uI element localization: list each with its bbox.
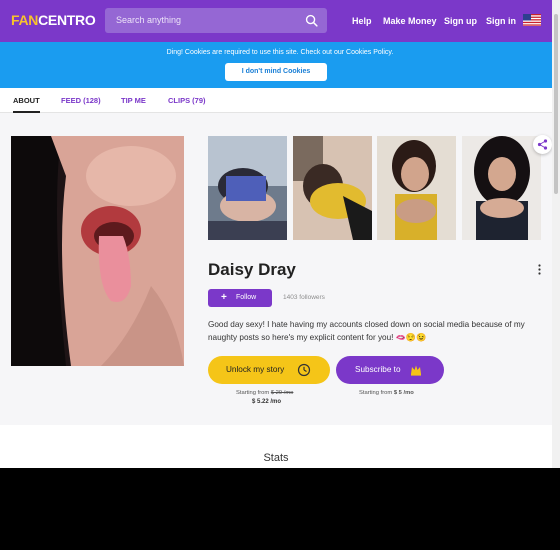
plus-icon: +	[221, 292, 227, 303]
search-icon[interactable]	[305, 14, 318, 27]
gallery-thumbnail-2[interactable]	[293, 136, 372, 240]
profile-tabs: ABOUT FEED (128) TIP ME CLIPS (79)	[0, 88, 552, 113]
nav-help-link[interactable]: Help	[352, 16, 372, 26]
crown-icon	[411, 365, 421, 376]
accept-cookies-button[interactable]: I don't mind Cookies	[225, 63, 327, 81]
nav-sign-up-link[interactable]: Sign up	[444, 16, 477, 26]
cookie-message: Ding! Cookies are required to use this s…	[166, 49, 394, 56]
gallery-thumbnail-1[interactable]	[208, 136, 287, 240]
gallery-thumbnail-3[interactable]	[377, 136, 456, 240]
profile-name: Daisy Dray	[208, 260, 296, 279]
page-viewport: FANCENTRO Search anything Help Make Mone…	[0, 0, 560, 468]
subscribe-label: Subscribe to	[355, 365, 401, 374]
profile-photo[interactable]	[11, 136, 184, 366]
share-icon[interactable]	[533, 135, 552, 154]
followers-count: 1403 followers	[283, 294, 325, 301]
subscribe-button[interactable]: Subscribe to	[336, 356, 444, 384]
nav-make-money-link[interactable]: Make Money	[383, 16, 437, 26]
subscribe-price-note: Starting from $ 5 /mo	[359, 390, 414, 396]
tab-feed[interactable]: FEED (128)	[61, 96, 101, 105]
fancentro-logo[interactable]: FANCENTRO	[11, 12, 96, 28]
profile-bio: Good day sexy! I hate having my accounts…	[208, 320, 525, 342]
cookie-banner: Ding! Cookies are required to use this s…	[0, 42, 560, 88]
nav-sign-in-link[interactable]: Sign in	[486, 16, 516, 26]
us-flag-icon[interactable]	[523, 14, 541, 26]
unlock-story-button[interactable]: Unlock my story	[208, 356, 330, 384]
stats-heading: Stats	[263, 452, 289, 464]
unlock-price: $ 5.22 /mo	[252, 399, 282, 405]
clock-icon	[297, 363, 311, 377]
unlock-label: Unlock my story	[226, 365, 285, 374]
search-input[interactable]: Search anything	[105, 8, 327, 33]
follow-label: Follow	[236, 294, 257, 301]
unlock-price-note: Starting from $ 29 /mo	[236, 390, 294, 396]
search-placeholder: Search anything	[116, 15, 182, 25]
tab-about[interactable]: ABOUT	[13, 96, 40, 105]
gallery-thumbnail-4[interactable]	[462, 136, 541, 240]
tab-clips[interactable]: CLIPS (79)	[168, 96, 206, 105]
scrollbar-thumb[interactable]	[554, 14, 558, 194]
tab-tip-me[interactable]: TIP ME	[121, 96, 146, 105]
more-options-icon[interactable]	[538, 264, 541, 275]
follow-button[interactable]: + Follow	[208, 289, 272, 307]
top-navbar: FANCENTRO Search anything Help Make Mone…	[0, 0, 560, 42]
